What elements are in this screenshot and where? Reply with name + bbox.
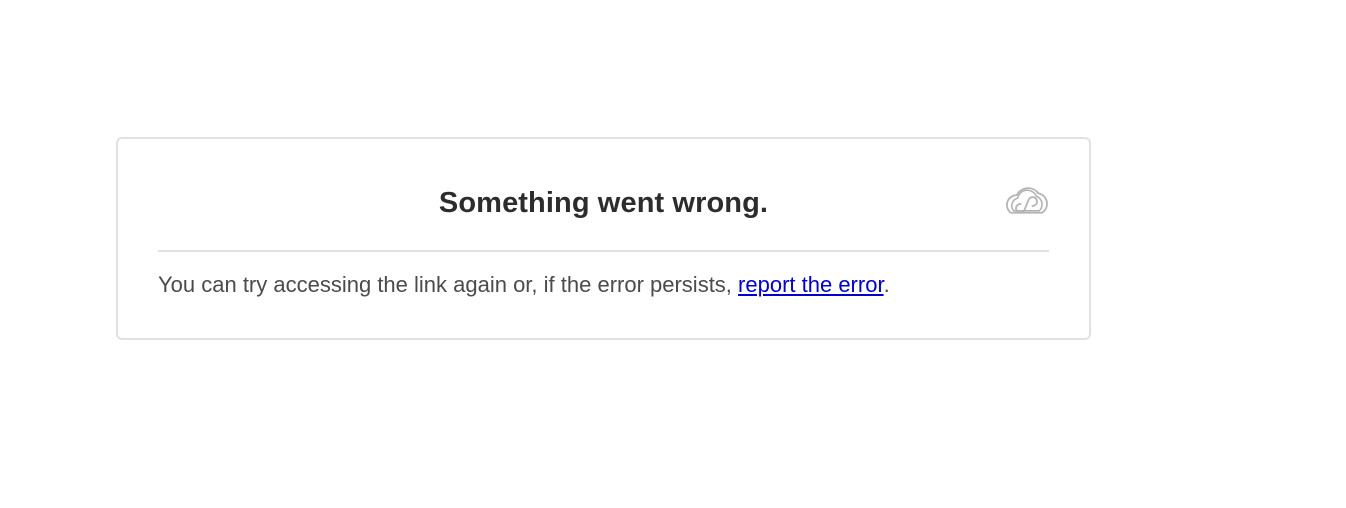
error-message-text: You can try accessing the link again or,… — [158, 272, 739, 297]
creative-cloud-icon — [1006, 187, 1048, 214]
report-error-link[interactable]: report the error — [738, 272, 884, 297]
error-card-header: Something went wrong. — [158, 139, 1049, 252]
error-message: You can try accessing the link again or,… — [158, 272, 890, 298]
error-title: Something went wrong. — [438, 187, 769, 219]
error-card: Something went wrong. You can try access… — [116, 137, 1091, 340]
error-message-suffix: . — [883, 272, 890, 297]
